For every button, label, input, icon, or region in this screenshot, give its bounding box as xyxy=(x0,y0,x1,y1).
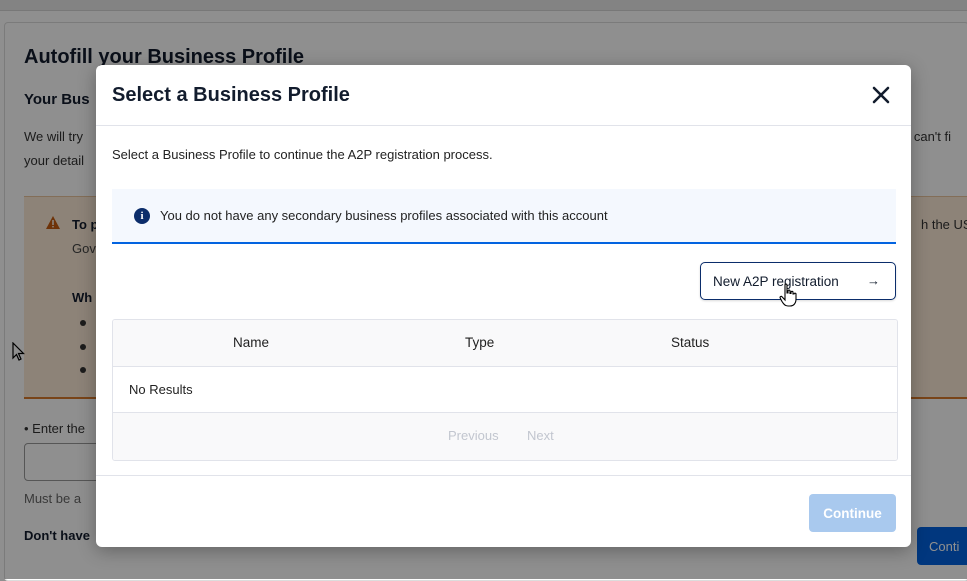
empty-table-text: No Results xyxy=(129,382,193,397)
modal-intro-text: Select a Business Profile to continue th… xyxy=(112,147,493,162)
modal-title: Select a Business Profile xyxy=(112,84,350,106)
arrow-right-icon: → xyxy=(867,273,880,288)
modal-footer: Continue xyxy=(96,475,911,548)
next-page-button[interactable]: Next xyxy=(527,428,554,443)
new-a2p-registration-label: New A2P registration xyxy=(713,273,839,289)
info-banner-text: You do not have any secondary business p… xyxy=(160,208,608,223)
modal-header: Select a Business Profile xyxy=(96,65,911,126)
close-button[interactable] xyxy=(869,83,893,107)
previous-page-button[interactable]: Previous xyxy=(448,428,499,443)
column-header-status: Status xyxy=(671,335,710,350)
new-a2p-registration-button[interactable]: New A2P registration → xyxy=(700,262,896,300)
info-icon: i xyxy=(134,208,150,224)
column-header-name: Name xyxy=(233,335,270,350)
close-icon xyxy=(869,86,893,110)
column-header-type: Type xyxy=(465,335,495,350)
hand-pointer-icon xyxy=(779,283,797,312)
table-row: No Results xyxy=(113,367,897,413)
business-profiles-table: Name Type Status No Results Previous Nex… xyxy=(112,319,898,461)
continue-button[interactable]: Continue xyxy=(809,494,896,532)
select-business-profile-modal: Select a Business Profile Select a Busin… xyxy=(96,65,911,547)
table-header: Name Type Status xyxy=(113,320,897,367)
pagination: Previous Next xyxy=(113,413,897,460)
info-banner: i You do not have any secondary business… xyxy=(112,189,896,244)
